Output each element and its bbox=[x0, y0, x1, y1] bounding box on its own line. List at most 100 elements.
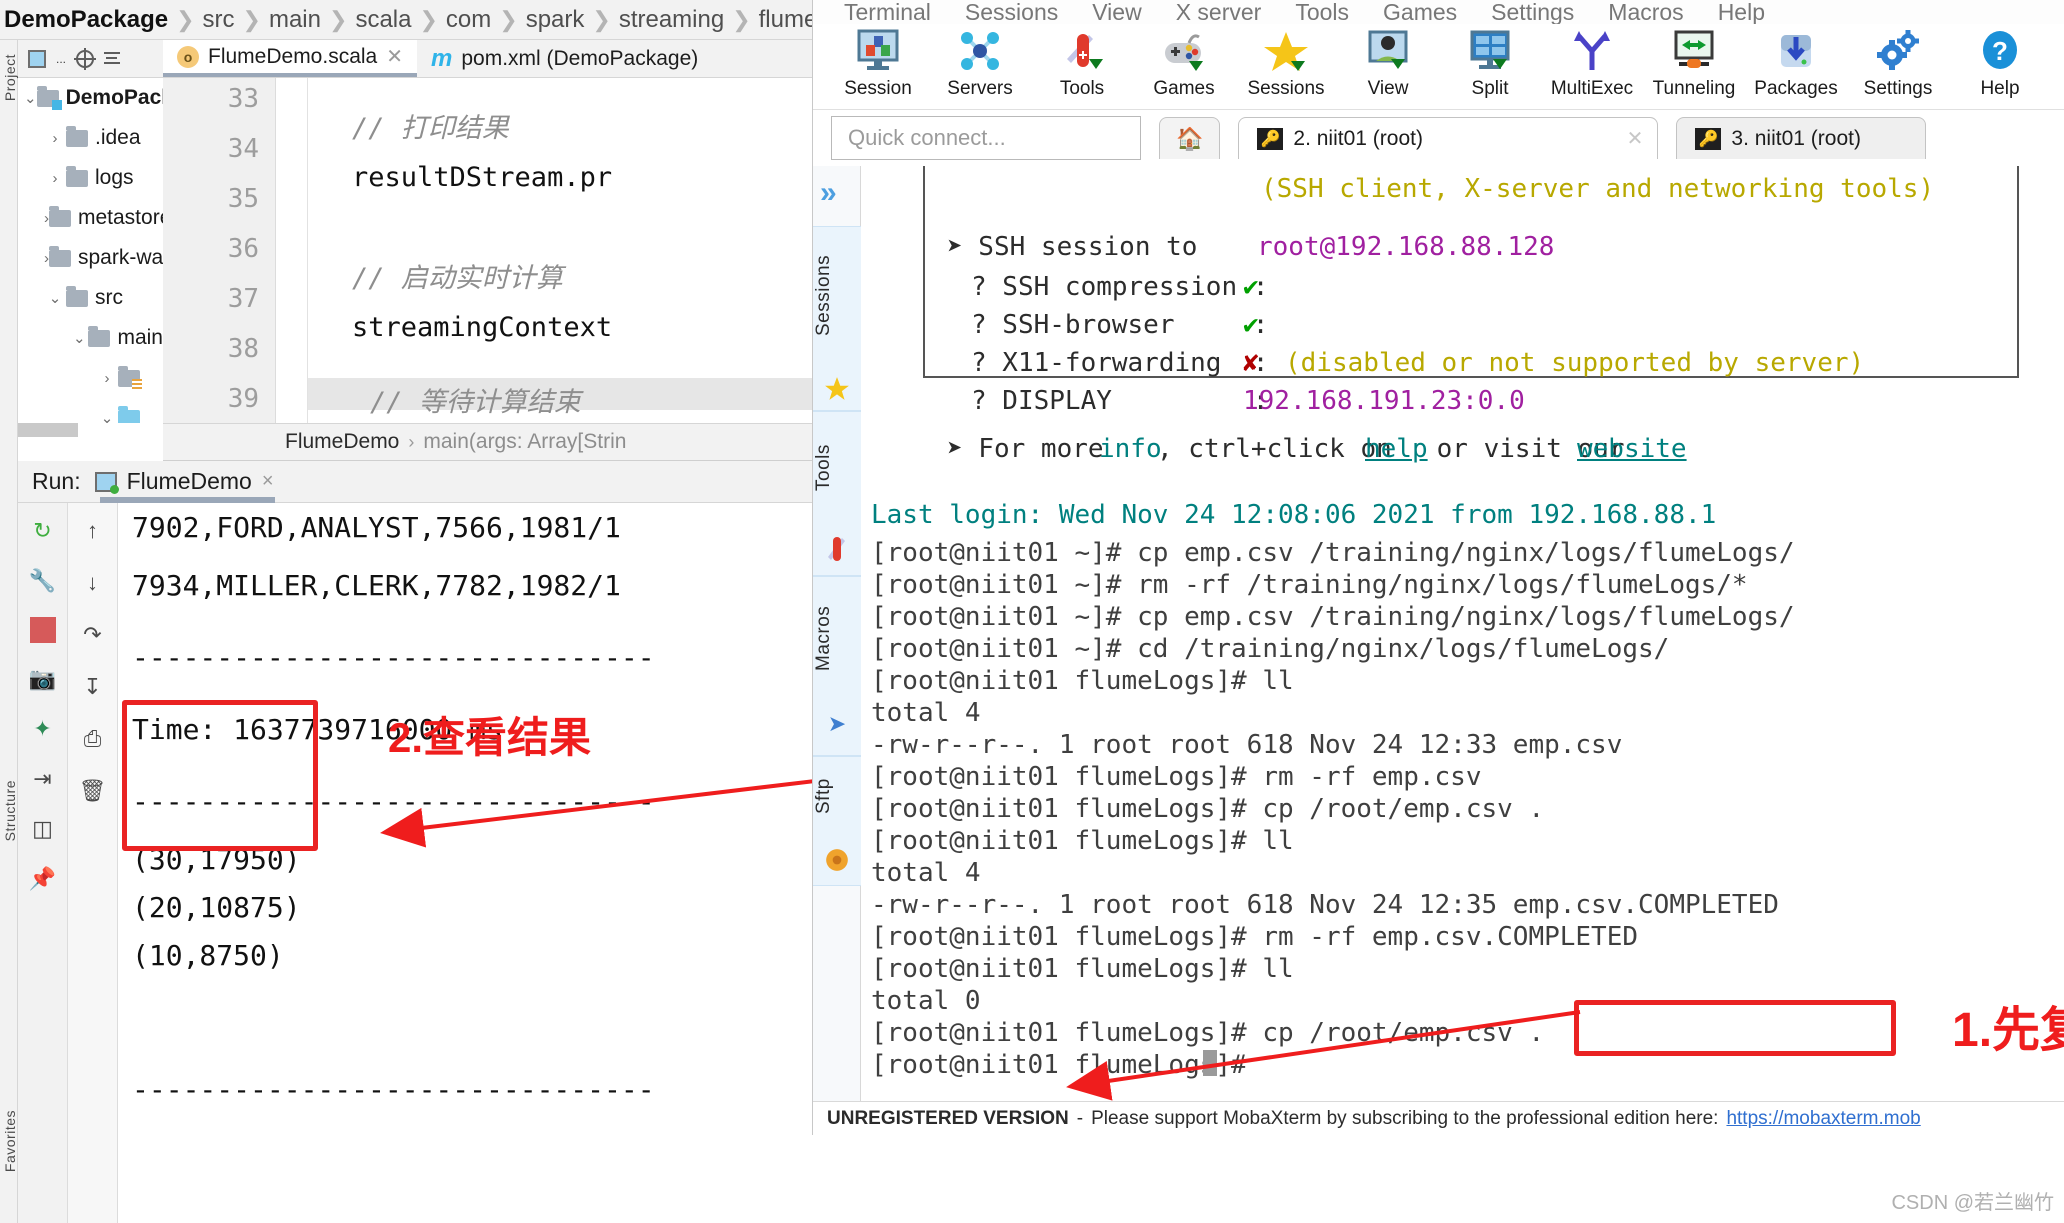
toolbar-servers-button[interactable]: Servers bbox=[929, 26, 1031, 100]
menu-xserver[interactable]: X server bbox=[1159, 0, 1279, 24]
tool-window-favorites[interactable]: Favorites bbox=[2, 1110, 18, 1172]
target-icon[interactable] bbox=[74, 47, 97, 70]
sidebar-item-label: Sessions bbox=[813, 254, 834, 337]
tree-item-demopackage[interactable]: ⌄ DemoPackage bbox=[18, 78, 163, 118]
watermark: CSDN @若兰幽竹 bbox=[1891, 1192, 2054, 1214]
menu-view[interactable]: View bbox=[1075, 0, 1158, 24]
tree-item-metastore[interactable]: › metastore_db bbox=[18, 198, 163, 238]
chevron-right-icon[interactable]: › bbox=[44, 130, 66, 147]
breadcrumb-item-2[interactable]: main bbox=[269, 6, 321, 34]
menu-tools[interactable]: Tools bbox=[1278, 0, 1366, 24]
rerun-icon[interactable]: ↻ bbox=[29, 517, 57, 545]
tree-item-src[interactable]: ⌄ src bbox=[18, 278, 163, 318]
toolbar-sessions-button[interactable]: Sessions bbox=[1235, 26, 1337, 100]
menu-sessions[interactable]: Sessions bbox=[948, 0, 1075, 24]
toolbar-help-button[interactable]: ? Help bbox=[1949, 26, 2051, 100]
project-tree[interactable]: ⌄ DemoPackage › .idea › logs › metastore… bbox=[18, 78, 163, 423]
breadcrumb-item-1[interactable]: src bbox=[203, 6, 235, 34]
toolbar-games-button[interactable]: Games bbox=[1133, 26, 1235, 100]
scroll-to-end-icon[interactable]: ↧ bbox=[79, 673, 107, 701]
menu-terminal[interactable]: Terminal bbox=[827, 0, 948, 24]
soft-wrap-icon[interactable]: ↷ bbox=[79, 621, 107, 649]
toolbar-view-button[interactable]: View bbox=[1337, 26, 1439, 100]
chevron-down-icon[interactable]: ⌄ bbox=[44, 289, 66, 307]
menu-help[interactable]: Help bbox=[1701, 0, 1782, 24]
stop-icon[interactable] bbox=[29, 617, 56, 643]
run-tab-flumedemo[interactable]: FlumeDemo × bbox=[94, 468, 274, 495]
tree-item-sources-root[interactable]: › bbox=[18, 358, 163, 398]
editor-horizontal-scrollbar[interactable] bbox=[18, 423, 78, 437]
editor-tab-pomxml[interactable]: m pom.xml (DemoPackage) bbox=[417, 40, 712, 77]
close-icon[interactable]: ✕ bbox=[1627, 126, 1644, 151]
sidebar-item-sftp[interactable]: Sftp bbox=[813, 756, 861, 886]
chevron-right-icon[interactable]: › bbox=[44, 170, 66, 187]
pin-icon[interactable]: 📌 bbox=[29, 865, 57, 893]
tree-item-scala-root[interactable]: ⌄ bbox=[18, 398, 163, 423]
trash-icon[interactable]: 🗑 bbox=[79, 777, 107, 805]
editor-tab-bar: o FlumeDemo.scala ✕ m pom.xml (DemoPacka… bbox=[163, 40, 812, 78]
tree-item-idea[interactable]: › .idea bbox=[18, 118, 163, 158]
tree-item-main[interactable]: ⌄ main bbox=[18, 318, 163, 358]
tool-window-project[interactable]: Project bbox=[2, 54, 18, 101]
camera-icon[interactable]: 📷 bbox=[29, 665, 57, 693]
toolbar-session-button[interactable]: Session bbox=[827, 26, 929, 100]
tree-item-logs[interactable]: › logs bbox=[18, 158, 163, 198]
collapse-all-icon[interactable] bbox=[104, 50, 121, 68]
website-link[interactable]: website bbox=[1577, 434, 1687, 464]
breadcrumb-item-3[interactable]: scala bbox=[355, 6, 411, 34]
run-console-output[interactable]: 7902,FORD,ANALYST,7566,1981/1 7934,MILLE… bbox=[118, 503, 812, 1223]
print-icon[interactable]: ⎙ bbox=[79, 725, 107, 753]
breadcrumb-item-7[interactable]: flume bbox=[759, 6, 812, 34]
chevron-down-icon[interactable]: ⌄ bbox=[96, 409, 118, 423]
close-icon[interactable]: × bbox=[262, 470, 274, 493]
breadcrumb-separator: ❯ bbox=[242, 6, 261, 32]
status-link[interactable]: https://mobaxterm.mob bbox=[1726, 1108, 1920, 1130]
chevron-down-icon[interactable]: ... bbox=[56, 52, 66, 66]
toolbar-label: View bbox=[1367, 78, 1409, 99]
sidebar-item-sessions[interactable]: Sessions bbox=[813, 226, 861, 411]
menu-settings[interactable]: Settings bbox=[1474, 0, 1591, 24]
chevron-double-right-icon[interactable]: » bbox=[820, 176, 837, 210]
toolbar-tools-button[interactable]: Tools bbox=[1031, 26, 1133, 100]
chevron-down-icon[interactable]: ⌄ bbox=[24, 89, 37, 107]
sidebar-item-tools[interactable]: Tools bbox=[813, 411, 861, 576]
session-tab-home[interactable]: 🏠 bbox=[1159, 117, 1221, 159]
screenshot-root: DemoPackage ❯ src ❯ main ❯ scala ❯ com ❯… bbox=[0, 0, 2064, 1223]
layout-icon[interactable]: ◫ bbox=[29, 815, 57, 843]
toolbar-multiexec-button[interactable]: MultiExec bbox=[1541, 26, 1643, 100]
help-link[interactable]: help bbox=[1365, 434, 1428, 464]
debug-thread-icon[interactable]: ✦ bbox=[29, 715, 57, 743]
breadcrumb-item-6[interactable]: streaming bbox=[619, 6, 724, 34]
nav-method-name[interactable]: main(args: Array[Strin bbox=[423, 430, 626, 454]
breadcrumb-item-4[interactable]: com bbox=[446, 6, 491, 34]
toolbar-split-button[interactable]: Split bbox=[1439, 26, 1541, 100]
session-tab-2-niit01[interactable]: 🔑 2. niit01 (root) ✕ bbox=[1238, 117, 1659, 159]
chevron-down-icon[interactable]: ⌄ bbox=[70, 329, 88, 347]
project-view-selector-icon[interactable] bbox=[28, 49, 46, 68]
terminal-output[interactable]: (SSH client, X-server and networking too… bbox=[861, 166, 2064, 1101]
editor-tab-flumedemo[interactable]: o FlumeDemo.scala ✕ bbox=[163, 40, 417, 77]
moba-menu-bar: Terminal Sessions View X server Tools Ga… bbox=[813, 0, 2064, 24]
menu-macros[interactable]: Macros bbox=[1591, 0, 1700, 24]
breadcrumb-item-0[interactable]: DemoPackage bbox=[4, 6, 168, 34]
scroll-up-icon[interactable]: ↑ bbox=[79, 517, 107, 545]
quick-connect-input[interactable]: Quick connect... bbox=[831, 116, 1141, 160]
toolbar-settings-button[interactable]: Settings bbox=[1847, 26, 1949, 100]
session-tab-3-niit01[interactable]: 🔑 3. niit01 (root) bbox=[1676, 117, 1927, 159]
scroll-down-icon[interactable]: ↓ bbox=[79, 569, 107, 597]
wrench-settings-icon[interactable]: 🔧 bbox=[29, 567, 57, 595]
breadcrumb-item-5[interactable]: spark bbox=[526, 6, 585, 34]
toolbar-packages-button[interactable]: Packages bbox=[1745, 26, 1847, 100]
menu-games[interactable]: Games bbox=[1366, 0, 1474, 24]
chevron-right-icon[interactable]: › bbox=[96, 370, 118, 387]
sources-folder-icon bbox=[118, 365, 142, 389]
sidebar-item-macros[interactable]: Macros ➤ bbox=[813, 576, 861, 756]
close-icon[interactable]: ✕ bbox=[386, 44, 403, 69]
export-icon[interactable]: ⇥ bbox=[29, 765, 57, 793]
code-editor[interactable]: // 打印结果 resultDStream.pr // 启动实时计算 strea… bbox=[308, 78, 812, 423]
tool-window-structure[interactable]: Structure bbox=[2, 780, 18, 841]
tree-item-spark-warehouse[interactable]: › spark-warehouse bbox=[18, 238, 163, 278]
toolbar-tunneling-button[interactable]: Tunneling bbox=[1643, 26, 1745, 100]
nav-class-name[interactable]: FlumeDemo bbox=[285, 430, 399, 454]
sidebar-item-label: Macros bbox=[813, 605, 834, 671]
